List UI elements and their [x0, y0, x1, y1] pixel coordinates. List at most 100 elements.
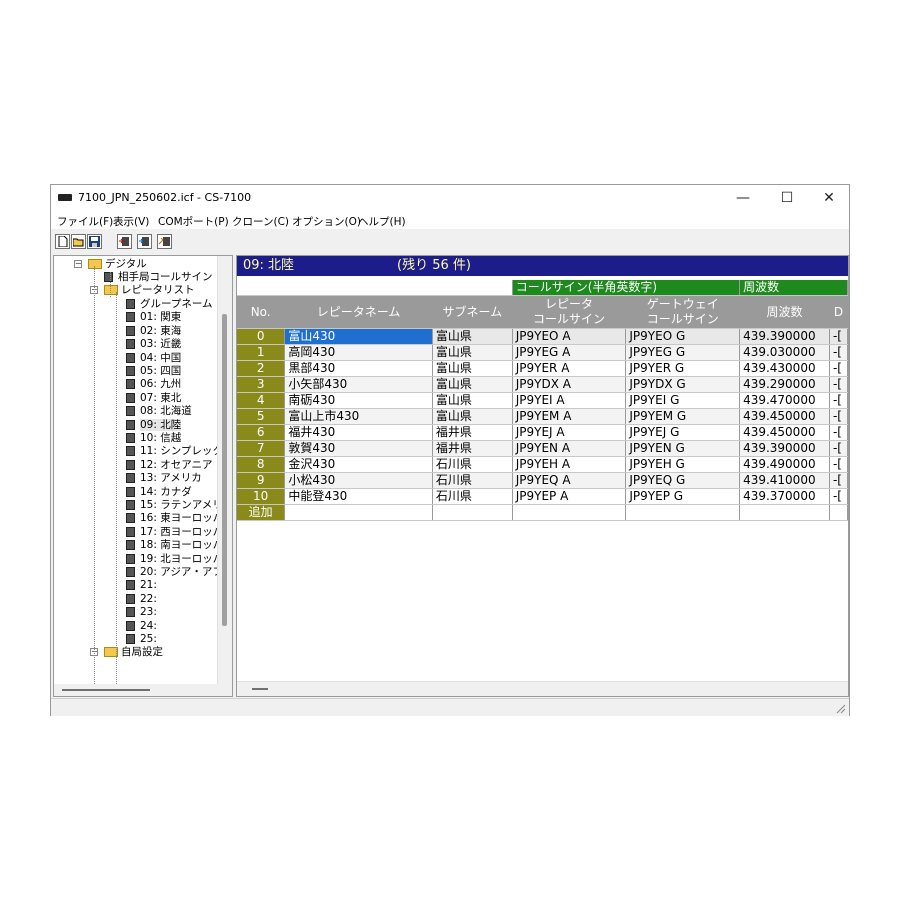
- tree-hscroll-thumb[interactable]: [62, 689, 150, 691]
- cell-no[interactable]: 4: [237, 392, 286, 409]
- cell-repeater-callsign[interactable]: JP9YEJ A: [512, 424, 627, 441]
- cell-frequency[interactable]: 439.390000: [739, 440, 830, 457]
- column-header-d[interactable]: D: [829, 295, 848, 329]
- tree-item-group[interactable]: 11: シンプレック: [126, 445, 223, 458]
- cell-repeater-callsign[interactable]: JP9YEI A: [512, 392, 627, 409]
- tree-item-group[interactable]: 15: ラテンアメリ: [126, 499, 223, 512]
- empty-cell[interactable]: [625, 504, 741, 521]
- tree-item-group[interactable]: 23:: [126, 606, 157, 619]
- tree-item-group[interactable]: 19: 北ヨーロッパ: [126, 553, 223, 566]
- cell-repeater-name[interactable]: 金沢430: [284, 456, 433, 473]
- menu-options[interactable]: オプション(O): [292, 214, 361, 229]
- table-row[interactable]: 10 中能登430 石川県 JP9YEP A JP9YEP G 439.370000 -[: [237, 488, 848, 505]
- cell-repeater-name[interactable]: 黒部430: [284, 360, 433, 377]
- tree-item-group[interactable]: 01: 関東: [126, 311, 181, 324]
- add-row[interactable]: 追加: [237, 504, 848, 521]
- column-header-gateway-callsign[interactable]: ゲートウェイ コールサイン: [625, 295, 741, 329]
- cell-repeater-callsign[interactable]: JP9YEH A: [512, 456, 627, 473]
- table-row[interactable]: 3 小矢部430 富山県 JP9YDX A JP9YDX G 439.290000 -[: [237, 376, 848, 393]
- tree-item-group[interactable]: 22:: [126, 593, 157, 606]
- tree-pane[interactable]: − デジタル 相手局コールサイン − レピータリスト グループネーム 01: 関東 02: 東…: [53, 255, 233, 697]
- tree-item-digital[interactable]: − デジタル: [74, 258, 147, 271]
- cell-duplex[interactable]: -[: [829, 456, 848, 473]
- tree-item-group[interactable]: 18: 南ヨーロッパ: [126, 539, 223, 552]
- cell-subname[interactable]: 石川県: [432, 488, 513, 505]
- table-row[interactable]: 4 南砺430 富山県 JP9YEI A JP9YEI G 439.470000 -[: [237, 392, 848, 409]
- cell-frequency[interactable]: 439.370000: [739, 488, 830, 505]
- cell-repeater-name[interactable]: 小矢部430: [284, 376, 433, 393]
- column-header-subname[interactable]: サブネーム: [432, 295, 513, 329]
- tree-scroll-thumb[interactable]: [222, 314, 227, 626]
- cell-repeater-callsign[interactable]: JP9YEN A: [512, 440, 627, 457]
- menu-file[interactable]: ファイル(F): [57, 214, 113, 229]
- cell-repeater-callsign[interactable]: JP9YER A: [512, 360, 627, 377]
- empty-cell[interactable]: [739, 504, 830, 521]
- table-row[interactable]: 1 高岡430 富山県 JP9YEG A JP9YEG G 439.030000 -[: [237, 344, 848, 361]
- menu-com-port[interactable]: COMポート(P): [158, 214, 229, 229]
- cell-repeater-name[interactable]: 南砺430: [284, 392, 433, 409]
- tree-item-group[interactable]: 05: 四国: [126, 365, 181, 378]
- menu-view[interactable]: 表示(V): [113, 214, 149, 229]
- cell-repeater-name[interactable]: 高岡430: [284, 344, 433, 361]
- tree-item-group[interactable]: 13: アメリカ: [126, 472, 202, 485]
- cell-frequency[interactable]: 439.470000: [739, 392, 830, 409]
- cell-duplex[interactable]: -[: [829, 360, 848, 377]
- cell-gateway-callsign[interactable]: JP9YER G: [625, 360, 741, 377]
- table-row[interactable]: 9 小松430 石川県 JP9YEQ A JP9YEQ G 439.410000 -[: [237, 472, 848, 489]
- tree-item-group[interactable]: 21:: [126, 579, 157, 592]
- cell-frequency[interactable]: 439.390000: [739, 328, 830, 345]
- cell-gateway-callsign[interactable]: JP9YEG G: [625, 344, 741, 361]
- cell-no[interactable]: 10: [237, 488, 286, 505]
- cell-gateway-callsign[interactable]: JP9YDX G: [625, 376, 741, 393]
- tree-vertical-scrollbar[interactable]: [217, 256, 232, 696]
- read-from-radio-icon[interactable]: [117, 234, 132, 249]
- cell-duplex[interactable]: -[: [829, 328, 848, 345]
- tree-item-group[interactable]: 12: オセアニア: [126, 459, 213, 472]
- column-header-no[interactable]: No.: [237, 295, 286, 329]
- grid-horizontal-scrollbar[interactable]: [237, 681, 848, 696]
- cell-no[interactable]: 5: [237, 408, 286, 425]
- cell-frequency[interactable]: 439.290000: [739, 376, 830, 393]
- cell-subname[interactable]: 富山県: [432, 328, 513, 345]
- cell-repeater-callsign[interactable]: JP9YEQ A: [512, 472, 627, 489]
- cell-no[interactable]: 6: [237, 424, 286, 441]
- cell-repeater-name[interactable]: 富山上市430: [284, 408, 433, 425]
- save-icon[interactable]: [87, 234, 102, 249]
- cell-gateway-callsign[interactable]: JP9YEJ G: [625, 424, 741, 441]
- cell-subname[interactable]: 富山県: [432, 392, 513, 409]
- close-button[interactable]: ✕: [811, 187, 847, 209]
- cell-subname[interactable]: 富山県: [432, 360, 513, 377]
- tree-item-group[interactable]: 04: 中国: [126, 352, 181, 365]
- tree-item-repeater-list[interactable]: − レピータリスト: [90, 284, 195, 297]
- cell-frequency[interactable]: 439.450000: [739, 424, 830, 441]
- cell-duplex[interactable]: -[: [829, 440, 848, 457]
- cell-no[interactable]: 8: [237, 456, 286, 473]
- cell-subname[interactable]: 富山県: [432, 408, 513, 425]
- cell-gateway-callsign[interactable]: JP9YEN G: [625, 440, 741, 457]
- cell-repeater-callsign[interactable]: JP9YEM A: [512, 408, 627, 425]
- table-row[interactable]: 6 福井430 福井県 JP9YEJ A JP9YEJ G 439.450000 -[: [237, 424, 848, 441]
- cell-duplex[interactable]: -[: [829, 392, 848, 409]
- tree-item-group[interactable]: 25:: [126, 633, 157, 646]
- cell-subname[interactable]: 石川県: [432, 456, 513, 473]
- tree-item-group[interactable]: 09: 北陸: [126, 418, 182, 432]
- tree-item-group[interactable]: 14: カナダ: [126, 486, 192, 499]
- column-header-repeater-callsign[interactable]: レピータ コールサイン: [512, 295, 627, 329]
- empty-cell[interactable]: [284, 504, 433, 521]
- cell-subname[interactable]: 福井県: [432, 424, 513, 441]
- empty-cell[interactable]: [432, 504, 513, 521]
- empty-cell[interactable]: [829, 504, 848, 521]
- cell-subname[interactable]: 富山県: [432, 376, 513, 393]
- clone-icon[interactable]: [157, 234, 172, 249]
- cell-subname[interactable]: 富山県: [432, 344, 513, 361]
- cell-gateway-callsign[interactable]: JP9YEM G: [625, 408, 741, 425]
- maximize-button[interactable]: ☐: [769, 187, 805, 209]
- cell-gateway-callsign[interactable]: JP9YEQ G: [625, 472, 741, 489]
- cell-duplex[interactable]: -[: [829, 376, 848, 393]
- column-header-frequency[interactable]: 周波数: [739, 295, 830, 329]
- cell-repeater-name[interactable]: 敦賀430: [284, 440, 433, 457]
- minimize-button[interactable]: —: [725, 187, 761, 209]
- cell-repeater-name[interactable]: 小松430: [284, 472, 433, 489]
- tree-item-group[interactable]: 16: 東ヨーロッパ: [126, 512, 223, 525]
- cell-repeater-name[interactable]: 富山430: [284, 328, 433, 345]
